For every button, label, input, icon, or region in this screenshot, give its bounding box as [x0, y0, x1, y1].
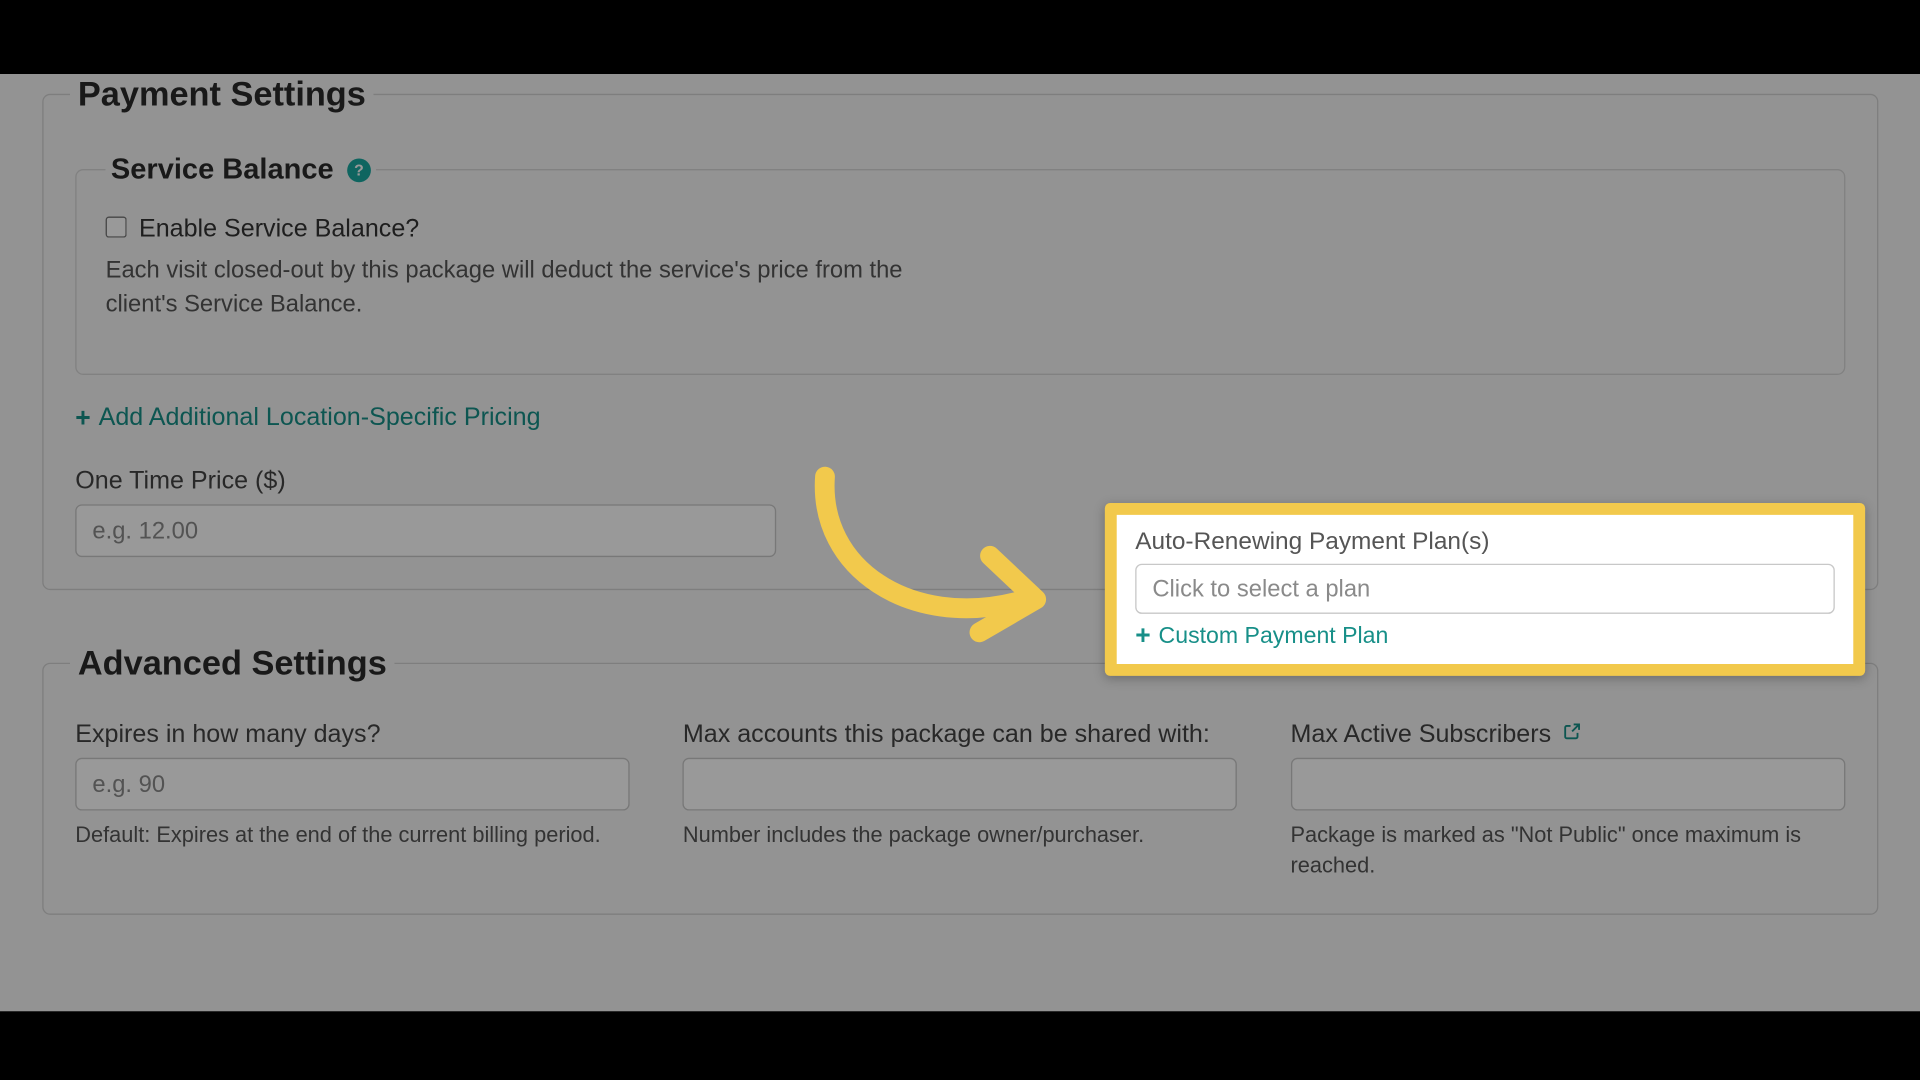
one-time-price-field: One Time Price ($) — [75, 468, 775, 558]
plus-icon: + — [75, 406, 90, 432]
service-balance-title: Service Balance ? — [106, 152, 376, 186]
auto-renew-select[interactable] — [1135, 564, 1835, 614]
spacer — [828, 468, 1092, 558]
max-accounts-field: Max accounts this package can be shared … — [683, 721, 1238, 882]
advanced-settings-title: Advanced Settings — [70, 643, 395, 684]
expires-label: Expires in how many days? — [75, 721, 630, 750]
max-subscribers-input[interactable] — [1291, 758, 1845, 811]
service-balance-group: Service Balance ? Enable Service Balance… — [75, 152, 1845, 375]
custom-payment-plan-link[interactable]: + Custom Payment Plan — [1135, 622, 1388, 650]
expires-input[interactable] — [75, 758, 629, 811]
service-balance-hint: Each visit closed-out by this package wi… — [106, 252, 951, 321]
enable-service-balance-label: Enable Service Balance? — [139, 215, 419, 243]
payment-settings-title: Payment Settings — [70, 74, 374, 115]
add-location-pricing-link[interactable]: + Add Additional Location-Specific Prici… — [75, 404, 540, 433]
max-subscribers-field: Max Active Subscribers Package is marked… — [1291, 721, 1846, 882]
enable-service-balance-checkbox[interactable] — [106, 217, 127, 238]
expires-field: Expires in how many days? Default: Expir… — [75, 721, 630, 882]
help-icon[interactable]: ? — [347, 158, 371, 182]
auto-renew-label: Auto-Renewing Payment Plan(s) — [1135, 527, 1835, 556]
max-subscribers-label: Max Active Subscribers — [1291, 721, 1846, 750]
auto-renew-highlight: Auto-Renewing Payment Plan(s) + Custom P… — [1105, 503, 1865, 675]
one-time-price-input[interactable] — [75, 505, 775, 558]
max-accounts-hint: Number includes the package owner/purcha… — [683, 821, 1238, 851]
max-accounts-input[interactable] — [683, 758, 1237, 811]
max-accounts-label: Max accounts this package can be shared … — [683, 721, 1238, 750]
one-time-price-label: One Time Price ($) — [75, 468, 775, 497]
settings-form: Payment Settings Service Balance ? Enabl… — [0, 74, 1920, 1011]
external-link-icon[interactable] — [1563, 722, 1581, 740]
max-subscribers-hint: Package is marked as "Not Public" once m… — [1291, 821, 1846, 882]
plus-icon: + — [1135, 622, 1150, 648]
advanced-settings-panel: Advanced Settings Expires in how many da… — [42, 643, 1878, 915]
expires-hint: Default: Expires at the end of the curre… — [75, 821, 630, 851]
